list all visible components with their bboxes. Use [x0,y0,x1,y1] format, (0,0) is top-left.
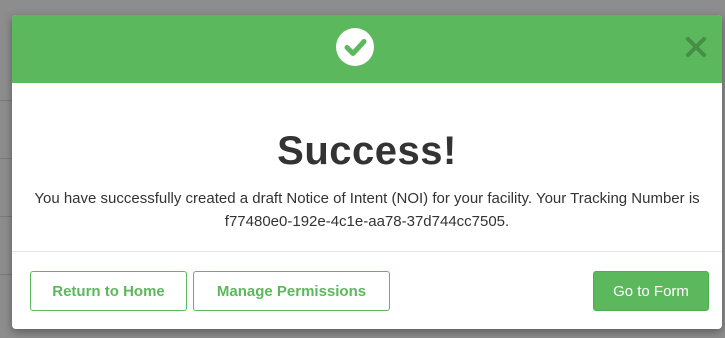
footer-divider [12,251,722,252]
backdrop-line [0,216,12,217]
return-to-home-button[interactable]: Return to Home [30,271,187,311]
modal-title: Success! [277,129,457,173]
go-to-form-button[interactable]: Go to Form [593,271,709,311]
backdrop-line [0,158,12,159]
close-icon [686,37,706,57]
close-button[interactable] [680,31,712,63]
modal-header [12,15,722,83]
success-message: You have successfully created a draft No… [34,190,700,230]
check-circle-icon [336,28,374,66]
backdrop-line [0,274,12,275]
modal-body: Success! You have successfully created a… [12,83,722,251]
success-modal: Success! You have successfully created a… [12,15,722,329]
backdrop-line [0,100,12,101]
manage-permissions-button[interactable]: Manage Permissions [193,271,390,311]
